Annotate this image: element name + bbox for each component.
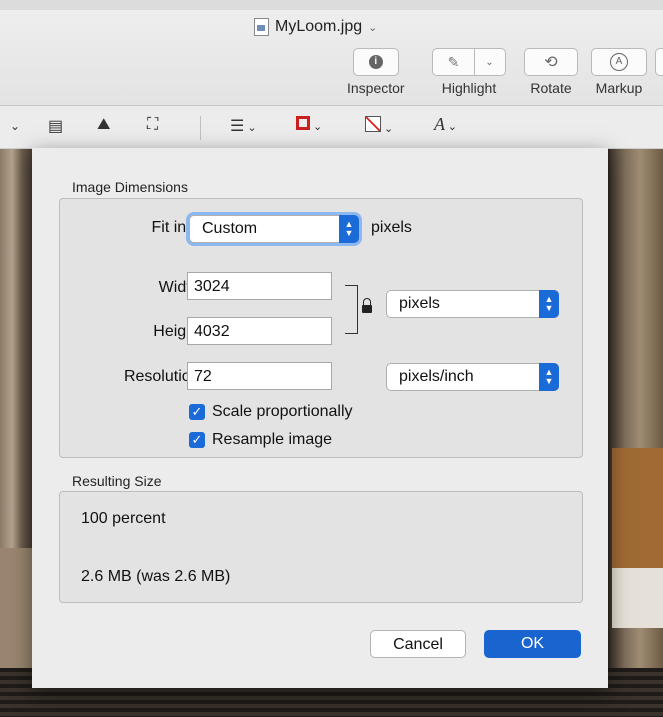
text-style-icon[interactable]: A ⌄ <box>434 114 457 135</box>
width-field[interactable]: 3024 <box>187 272 332 300</box>
proportion-bracket <box>345 285 358 334</box>
inspector-button[interactable]: i <box>352 48 399 76</box>
popup-arrows-icon: ▲ ▼ <box>339 215 359 243</box>
resolution-value: 72 <box>194 368 212 385</box>
inspector-group: i Inspector <box>347 48 405 96</box>
scale-proportionally-label[interactable]: Scale proportionally <box>212 403 353 421</box>
resample-image-checkbox[interactable]: ✓ <box>189 432 205 448</box>
inspector-label: Inspector <box>347 80 405 96</box>
highlight-group: ✎ ⌄ Highlight <box>432 48 506 96</box>
markup-pen-icon: A <box>610 53 628 71</box>
adjust-color-icon[interactable]: ⛰ <box>97 116 110 134</box>
resolution-unit-popup[interactable]: pixels/inch ▲ ▼ <box>386 363 559 391</box>
adjust-size-icon[interactable]: ⛶ <box>147 116 158 134</box>
markup-toolbar: ⌄ ▤ ⛰ ⛶ ☰ ⌄ ⌄ ⌄ A ⌄ <box>0 106 663 149</box>
resulting-size-label: Resulting Size <box>72 473 162 489</box>
markup-group: A Markup <box>591 48 647 96</box>
highlight-label: Highlight <box>441 80 497 96</box>
resulting-size-group: 100 percent 2.6 MB (was 2.6 MB) <box>59 491 583 603</box>
share-button[interactable] <box>655 48 663 76</box>
rotate-button[interactable]: ⟲ <box>524 48 578 76</box>
highlighter-icon: ✎ <box>447 53 460 70</box>
lock-icon[interactable] <box>362 298 372 313</box>
rotate-label: Rotate <box>530 80 572 96</box>
rotate-group: ⟲ Rotate <box>524 48 578 96</box>
popup-arrows-icon: ▲ ▼ <box>539 290 559 318</box>
line-style-icon[interactable]: ☰ ⌄ <box>230 116 257 136</box>
toolbar-divider <box>200 116 201 140</box>
image-dimensions-label: Image Dimensions <box>72 179 188 195</box>
height-field[interactable]: 4032 <box>187 317 332 345</box>
image-dimensions-group: Fit into: Custom ▲ ▼ pixels Width: 3024 H… <box>59 198 583 458</box>
fit-into-popup[interactable]: Custom ▲ ▼ <box>189 215 359 243</box>
markup-button[interactable]: A <box>591 48 647 76</box>
ok-button[interactable]: OK <box>484 630 581 658</box>
height-value: 4032 <box>194 323 230 340</box>
popup-arrows-icon: ▲ ▼ <box>539 363 559 391</box>
size-unit-value: pixels <box>399 295 440 312</box>
photo-detail <box>612 568 663 628</box>
document-icon <box>254 18 269 36</box>
scale-proportionally-checkbox[interactable]: ✓ <box>189 404 205 420</box>
text-box-icon[interactable]: ▤ <box>48 116 63 136</box>
resample-image-label[interactable]: Resample image <box>212 431 332 449</box>
fill-color-icon[interactable]: ⌄ <box>365 116 393 137</box>
rotate-icon: ⟲ <box>544 54 558 71</box>
width-value: 3024 <box>194 278 230 295</box>
resolution-unit-value: pixels/inch <box>399 368 474 385</box>
window-title[interactable]: MyLoom.jpg ⌄ <box>254 18 377 36</box>
fit-into-unit: pixels <box>371 219 412 236</box>
border-color-icon[interactable]: ⌄ <box>296 116 322 135</box>
chevron-down-icon: ⌄ <box>485 56 494 68</box>
chevron-down-icon: ⌄ <box>368 21 378 34</box>
adjust-size-dialog: Image Dimensions Fit into: Custom ▲ ▼ pix… <box>32 148 608 688</box>
window-title-text: MyLoom.jpg <box>275 18 363 35</box>
markup-label: Markup <box>595 80 643 96</box>
result-file-size: 2.6 MB (was 2.6 MB) <box>81 568 231 585</box>
resolution-field[interactable]: 72 <box>187 362 332 390</box>
info-icon: i <box>368 55 383 69</box>
cancel-button[interactable]: Cancel <box>370 630 466 658</box>
chevron-down-icon[interactable]: ⌄ <box>10 119 20 133</box>
window-titlebar: MyLoom.jpg ⌄ i Inspector ✎ ⌄ Highlight ⟲… <box>0 10 663 106</box>
window-top-edge <box>0 0 663 10</box>
highlight-button[interactable]: ✎ ⌄ <box>432 48 506 76</box>
result-percent: 100 percent <box>81 510 166 527</box>
photo-detail <box>612 448 663 568</box>
size-unit-popup[interactable]: pixels ▲ ▼ <box>386 290 559 318</box>
fit-into-value: Custom <box>202 220 258 237</box>
photo-detail <box>0 548 32 688</box>
